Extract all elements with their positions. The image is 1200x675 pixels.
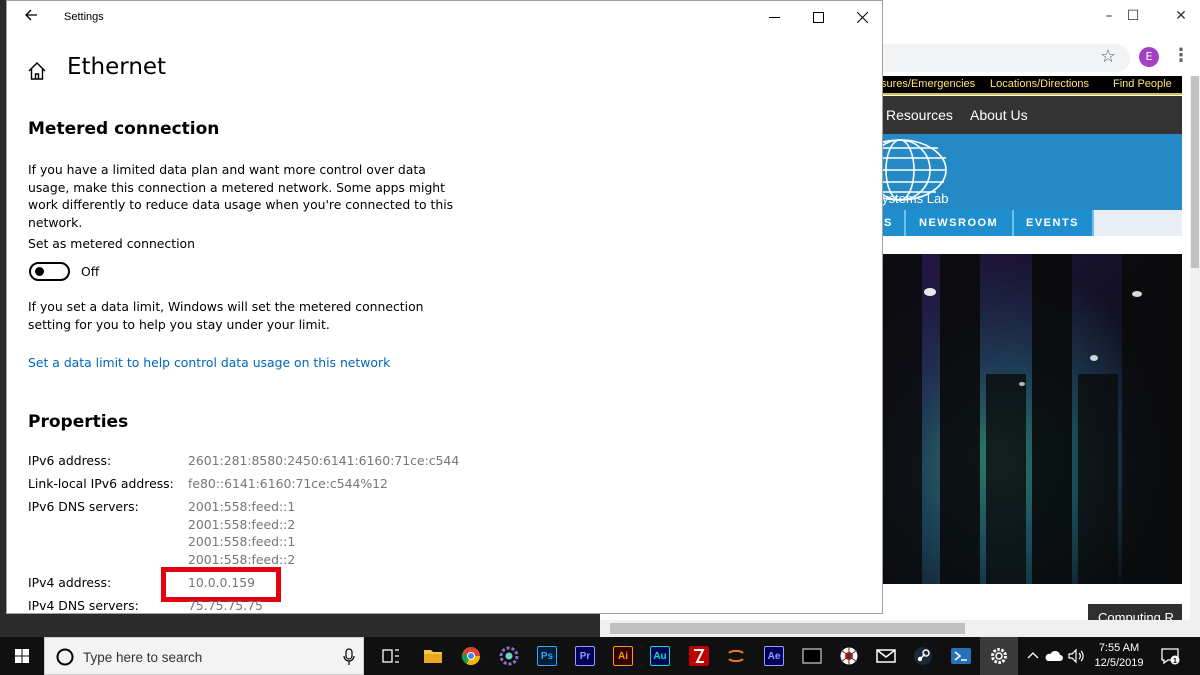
ipv6-dns-value: 2001:558:feed::1 xyxy=(188,534,296,549)
terminal-window-icon[interactable] xyxy=(802,646,822,666)
ipv4-address-label: IPv4 address: xyxy=(28,575,112,590)
maximize-button[interactable] xyxy=(796,1,840,33)
chrome-icon[interactable] xyxy=(461,646,481,666)
settings-window[interactable]: Settings Ethernet Metered connection If … xyxy=(6,0,883,614)
profile-avatar[interactable]: E xyxy=(1139,47,1159,67)
clock-time: 7:55 AM xyxy=(1098,642,1140,654)
util-nav-find-people[interactable]: Find People xyxy=(1113,78,1172,90)
system-clock[interactable]: 7:55 AM 12/5/2019 xyxy=(1088,641,1150,671)
search-circle-icon xyxy=(56,648,74,666)
ipv6-dns-value: 2001:558:feed::2 xyxy=(188,552,296,567)
notification-center-icon[interactable]: 1 xyxy=(1160,646,1180,666)
clock-date: 12/5/2019 xyxy=(1094,657,1144,669)
sub-nav-spacer xyxy=(1094,210,1182,236)
tray-expand-icon[interactable] xyxy=(1023,646,1043,666)
util-nav-locations[interactable]: Locations/Directions xyxy=(990,78,1089,90)
microphone-icon[interactable] xyxy=(343,648,355,666)
util-nav-emergencies[interactable]: sures/Emergencies xyxy=(881,78,975,90)
ipv4-dns-label: IPv4 DNS servers: xyxy=(28,598,139,613)
mail-icon[interactable] xyxy=(876,646,896,666)
utility-nav: sures/Emergencies Locations/Directions F… xyxy=(881,76,1182,95)
close-button[interactable] xyxy=(840,1,882,33)
premiere-icon[interactable]: Pr xyxy=(575,646,595,666)
sub-nav-divider xyxy=(1012,210,1014,236)
jupyter-icon[interactable] xyxy=(726,646,746,666)
powershell-icon[interactable] xyxy=(951,646,971,666)
task-view-icon[interactable] xyxy=(381,646,401,666)
main-nav-resources[interactable]: Resources xyxy=(886,107,953,123)
browser-maximize-button[interactable]: ☐ xyxy=(1110,4,1156,28)
supercomputer-photo xyxy=(882,254,1182,584)
audition-icon[interactable]: Au xyxy=(650,646,670,666)
after-effects-icon[interactable]: Ae xyxy=(764,646,784,666)
windows-logo-icon xyxy=(15,649,29,663)
file-explorer-icon[interactable] xyxy=(423,646,443,666)
horizontal-scroll-thumb[interactable] xyxy=(610,623,965,634)
ipv6-dns-label: IPv6 DNS servers: xyxy=(28,499,139,514)
back-arrow-icon[interactable] xyxy=(17,6,45,28)
onedrive-icon[interactable] xyxy=(1044,646,1064,666)
metered-heading: Metered connection xyxy=(28,119,220,139)
minimize-button[interactable] xyxy=(752,1,796,33)
taskbar: Type here to search Ps Pr Ai Au Ae 7:55 … xyxy=(0,637,1200,675)
ipv6-address-value: 2601:281:8580:2450:6141:6160:71ce:c544 xyxy=(188,453,460,468)
link-local-ipv6-value: fe80::6141:6160:71ce:c544%12 xyxy=(188,476,388,491)
sub-nav: S NEWSROOM EVENTS xyxy=(882,210,1182,236)
ipv6-dns-value: 2001:558:feed::2 xyxy=(188,517,296,532)
photoshop-icon[interactable]: Ps xyxy=(537,646,557,666)
illustrator-icon[interactable]: Ai xyxy=(613,646,633,666)
sub-nav-divider xyxy=(904,210,906,236)
data-limit-note: If you set a data limit, Windows will se… xyxy=(28,299,424,332)
metered-toggle[interactable] xyxy=(29,262,70,281)
site-banner: ystems Lab xyxy=(882,134,1182,210)
horizontal-scrollbar[interactable] xyxy=(600,620,1200,637)
page-title: Ethernet xyxy=(67,54,167,80)
data-limit-link[interactable]: Set a data limit to help control data us… xyxy=(28,355,390,370)
vertical-scrollbar[interactable] xyxy=(1190,76,1200,637)
ipv4-dns-value: 75.75.75.75 xyxy=(188,598,263,613)
toggle-state-text: Off xyxy=(81,264,100,279)
search-placeholder: Type here to search xyxy=(83,650,203,665)
link-local-ipv6-label: Link-local IPv6 address: xyxy=(28,476,174,491)
window-title: Settings xyxy=(64,11,104,23)
sub-nav-newsroom[interactable]: NEWSROOM xyxy=(919,210,998,236)
metered-description: If you have a limited data plan and want… xyxy=(28,162,454,230)
browser-close-button[interactable]: ✕ xyxy=(1158,4,1200,28)
lab-name[interactable]: ystems Lab xyxy=(882,191,948,206)
main-nav-about-us[interactable]: About Us xyxy=(970,107,1028,123)
toggle-knob xyxy=(35,267,44,276)
properties-heading: Properties xyxy=(28,412,129,432)
spider-app-icon[interactable] xyxy=(839,646,859,666)
steam-icon[interactable] xyxy=(913,646,933,666)
settings-gear-icon[interactable] xyxy=(989,646,1009,666)
metered-toggle-label: Set as metered connection xyxy=(28,236,195,251)
ipv4-highlight-box xyxy=(161,567,281,602)
start-button[interactable] xyxy=(0,637,44,675)
home-icon[interactable] xyxy=(27,61,47,81)
vertical-scroll-thumb[interactable] xyxy=(1191,76,1199,268)
notification-count: 1 xyxy=(1173,658,1177,665)
filezilla-icon[interactable] xyxy=(689,646,709,666)
ipv6-address-label: IPv6 address: xyxy=(28,453,112,468)
settings-title-bar[interactable]: Settings xyxy=(7,1,882,33)
ipv6-dns-value: 2001:558:feed::1 xyxy=(188,499,296,514)
browser-menu-icon[interactable]: ⋮ xyxy=(1172,45,1190,66)
sub-nav-events[interactable]: EVENTS xyxy=(1026,210,1079,236)
main-nav: Resources About Us xyxy=(882,96,1182,134)
gear-app-icon[interactable] xyxy=(499,646,519,666)
volume-icon[interactable] xyxy=(1066,646,1086,666)
taskbar-search-box[interactable]: Type here to search xyxy=(44,637,364,675)
sub-nav-item-partial[interactable]: S xyxy=(884,210,893,236)
hero-image xyxy=(882,254,1182,584)
bookmark-star-icon[interactable]: ☆ xyxy=(1100,46,1116,67)
